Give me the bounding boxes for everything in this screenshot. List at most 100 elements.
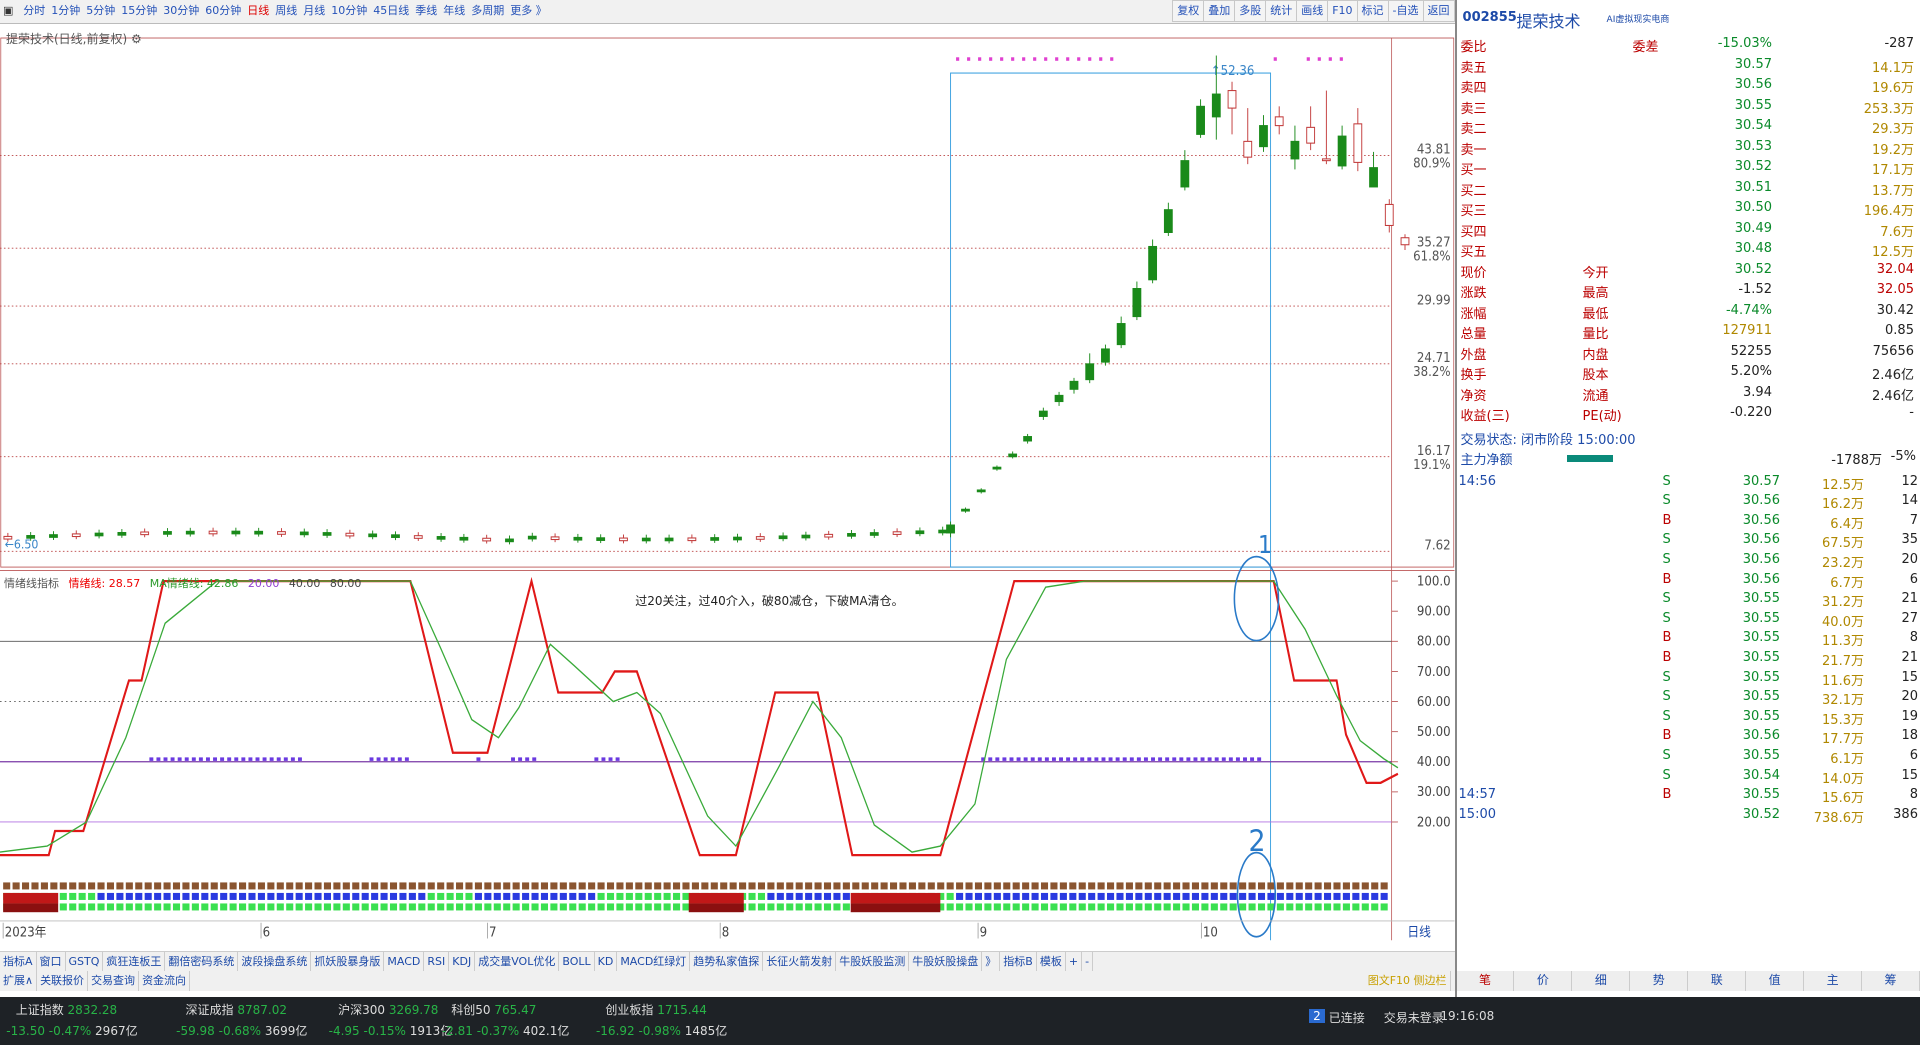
indicator-tab-5[interactable]: 波段操盘系统 xyxy=(238,952,312,972)
login-status[interactable]: 交易未登录 xyxy=(1384,1009,1444,1026)
timeframe-5[interactable]: 60分钟 xyxy=(202,0,244,22)
indicator-tab-3[interactable]: 疯狂连板王 xyxy=(103,952,166,972)
tick-vol: 40.0万 xyxy=(1822,614,1864,630)
right-tab-0[interactable]: 笔 xyxy=(1457,970,1515,991)
timeframe-1[interactable]: 1分钟 xyxy=(48,0,83,22)
extra-tab-0[interactable]: 扩展∧ xyxy=(0,970,38,991)
right-tab-2[interactable]: 细 xyxy=(1572,970,1631,991)
extra-tab-3[interactable]: 资金流向 xyxy=(139,970,191,991)
indicator-tab-18[interactable]: 》 xyxy=(982,952,1001,972)
tool-button-8[interactable]: 返回 xyxy=(1422,0,1455,22)
timeframe-6[interactable]: 日线 xyxy=(244,0,272,22)
index-4-top[interactable]: 创业板指 1715.44 xyxy=(605,1001,706,1018)
extra-tab-2[interactable]: 交易查询 xyxy=(88,970,140,991)
indicator-tab-0[interactable]: 指标A xyxy=(0,952,37,972)
right-tab-6[interactable]: 主 xyxy=(1804,970,1863,991)
extra-tab-1[interactable]: 关联报价 xyxy=(37,970,89,991)
chart-tools: 复权 叠加 多股 统计 画线 F10 标记 -自选 返回 xyxy=(1172,0,1455,22)
selection-box[interactable] xyxy=(950,72,1272,568)
indicator-tab-8[interactable]: RSI xyxy=(424,952,450,972)
candle xyxy=(550,536,560,541)
tool-button-7[interactable]: -自选 xyxy=(1387,0,1424,22)
right-tab-7[interactable]: 筹 xyxy=(1862,970,1920,991)
indicator-tab-14[interactable]: 趋势私家值探 xyxy=(690,952,764,972)
indicator-tab-9[interactable]: KDJ xyxy=(449,952,476,972)
f10-button[interactable]: 图文F10 侧边栏 xyxy=(1365,970,1451,991)
indicator-tab-17[interactable]: 牛股妖股操盘 xyxy=(909,952,983,972)
kline-chart[interactable]: 43.8180.9%35.2761.8%29.9924.7138.2%16.17… xyxy=(0,24,1455,1045)
candle xyxy=(322,532,332,536)
timeframe-14[interactable]: 更多 》 xyxy=(507,0,550,22)
right-tab-5[interactable]: 值 xyxy=(1746,970,1805,991)
tool-button-3[interactable]: 统计 xyxy=(1265,0,1298,22)
pct-label: 19.1% xyxy=(1413,456,1451,472)
tool-button-4[interactable]: 画线 xyxy=(1296,0,1329,22)
index-3-top[interactable]: 科创50 765.47 xyxy=(451,1001,536,1018)
indicator-tab-19[interactable]: 指标B xyxy=(1000,952,1037,972)
tool-button-6[interactable]: 标记 xyxy=(1356,0,1389,22)
timeframe-3[interactable]: 15分钟 xyxy=(118,0,160,22)
window-icon[interactable]: ▣ xyxy=(0,0,16,22)
indicator-tab-21[interactable]: + xyxy=(1066,952,1083,972)
candle xyxy=(345,532,355,537)
indicator-tab-22[interactable]: - xyxy=(1082,952,1094,972)
timeframe-13[interactable]: 多周期 xyxy=(468,0,507,22)
quote-label2: 股本 xyxy=(1582,368,1609,383)
index-1-top[interactable]: 深证成指 8787.02 xyxy=(186,1001,287,1018)
timeframe-7[interactable]: 周线 xyxy=(272,0,300,22)
bid-qty: 13.7万 xyxy=(1872,183,1914,199)
indicator-tab-4[interactable]: 翻倍密码系统 xyxy=(165,952,239,972)
indicator-tab-13[interactable]: MACD红绿灯 xyxy=(617,952,691,972)
timeframe-4[interactable]: 30分钟 xyxy=(160,0,202,22)
right-tab-3[interactable]: 势 xyxy=(1630,970,1689,991)
indicator-tab-10[interactable]: 成交量VOL优化 xyxy=(475,952,560,972)
candle xyxy=(596,537,606,541)
index-amount: 2967亿 xyxy=(95,1023,138,1038)
indicator-tab-1[interactable]: 窗口 xyxy=(37,952,66,972)
candle xyxy=(1290,140,1300,160)
tool-button-1[interactable]: 叠加 xyxy=(1203,0,1236,22)
indicator-tab-6[interactable]: 抓妖股暴身版 xyxy=(311,952,385,972)
indicator-tab-15[interactable]: 长征火箭发射 xyxy=(763,952,837,972)
candle xyxy=(26,535,36,539)
right-tab-4[interactable]: 联 xyxy=(1688,970,1747,991)
timeframe-11[interactable]: 季线 xyxy=(412,0,440,22)
timeframe-9[interactable]: 10分钟 xyxy=(328,0,370,22)
candle xyxy=(1008,453,1018,458)
candle xyxy=(1196,105,1205,135)
timeframe-0[interactable]: 分时 xyxy=(20,0,48,22)
indicator-tab-12[interactable]: KD xyxy=(595,952,618,972)
candle xyxy=(140,531,150,536)
index-0-top[interactable]: 上证指数 2832.28 xyxy=(16,1001,117,1018)
timeframe-8[interactable]: 月线 xyxy=(300,0,328,22)
quote-label2: 量比 xyxy=(1582,327,1609,342)
tick-price: 30.55 xyxy=(1742,708,1780,724)
indicator-tab-7[interactable]: MACD xyxy=(384,952,425,972)
tick-time: 14:57 xyxy=(1458,787,1496,803)
timeframe-2[interactable]: 5分钟 xyxy=(83,0,118,22)
indicator-tab-11[interactable]: BOLL xyxy=(559,952,595,972)
indicator-tab-2[interactable]: GSTQ xyxy=(66,952,104,972)
quote-value2: 2.46亿 xyxy=(1872,368,1914,383)
timeframe-toolbar: ▣ 分时 1分钟 5分钟 15分钟 30分钟 60分钟 日线 周线 月线 10分钟 45日线 季线 年线… xyxy=(0,0,1455,24)
candle xyxy=(915,530,925,535)
index-2-top[interactable]: 沪深300 3269.78 xyxy=(338,1001,438,1018)
tick-num: 14 xyxy=(1901,493,1918,509)
indicator-tab-20[interactable]: 模板 xyxy=(1037,952,1066,972)
tool-button-5[interactable]: F10 xyxy=(1327,0,1358,22)
settings-icon[interactable]: ⚙ xyxy=(131,32,142,46)
tool-button-2[interactable]: 多股 xyxy=(1234,0,1267,22)
tool-button-0[interactable]: 复权 xyxy=(1172,0,1205,22)
quote-value: -4.74% xyxy=(1725,302,1772,318)
candle xyxy=(1132,288,1142,318)
tick-side: S xyxy=(1662,591,1671,607)
timeframe-12[interactable]: 年线 xyxy=(440,0,468,22)
index-name: 创业板指 xyxy=(605,1002,658,1017)
tick-side: B xyxy=(1662,649,1672,665)
index-4-bottom: -16.92 -0.98% 1485亿 xyxy=(595,1023,728,1038)
tick-price: 30.55 xyxy=(1742,669,1780,685)
candle xyxy=(847,533,856,537)
timeframe-10[interactable]: 45日线 xyxy=(370,0,412,22)
right-tab-1[interactable]: 价 xyxy=(1514,970,1573,991)
indicator-tab-16[interactable]: 牛股妖股监测 xyxy=(836,952,910,972)
